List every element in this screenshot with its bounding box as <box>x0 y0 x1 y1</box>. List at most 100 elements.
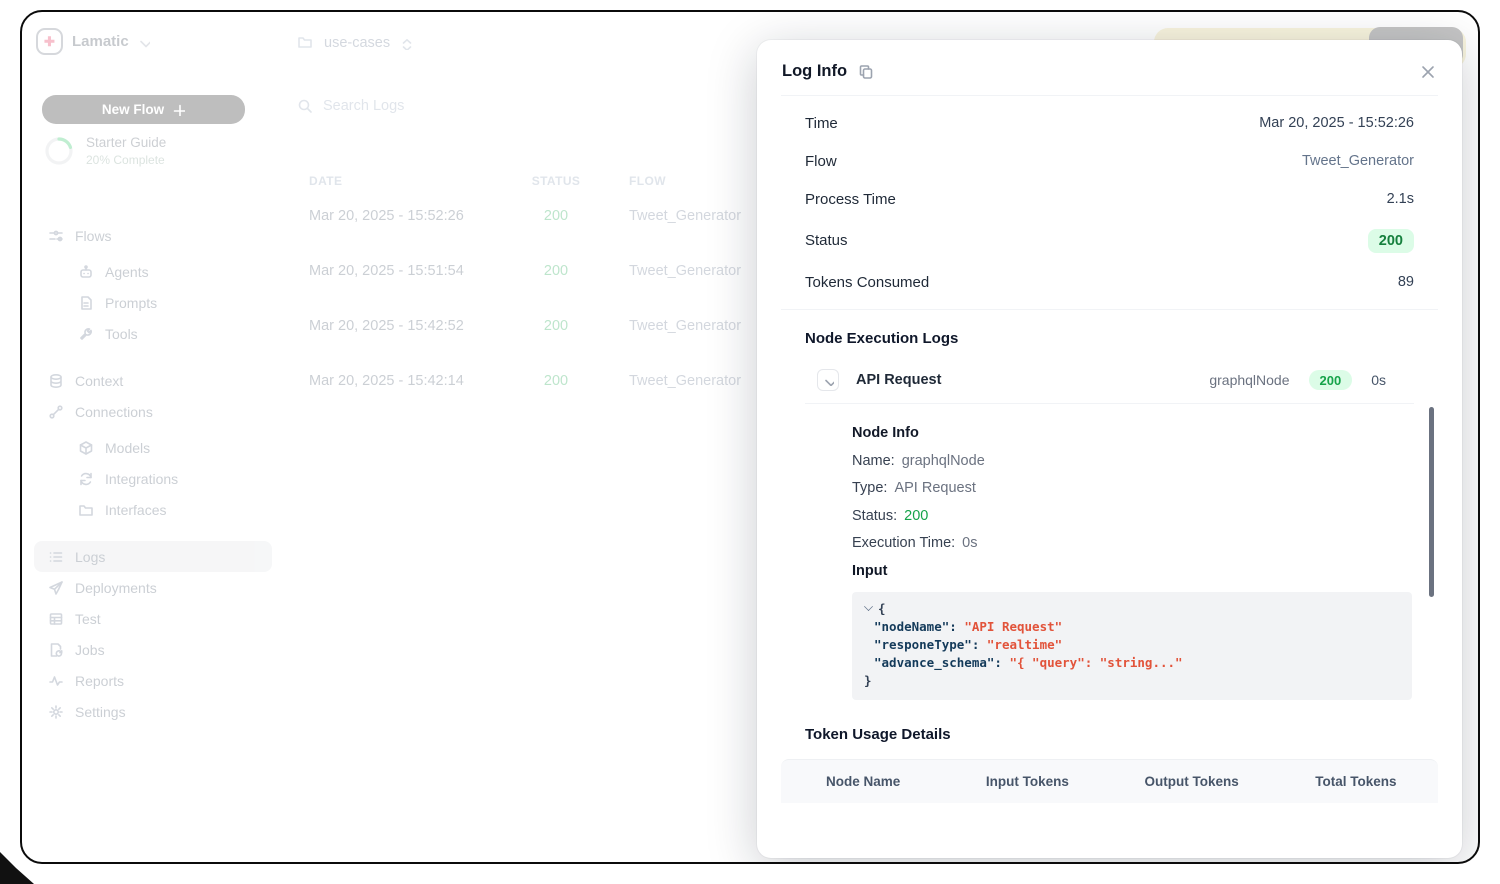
sidebar-item-label: Logs <box>75 549 105 565</box>
table-row[interactable]: Mar 20, 2025 - 15:51:54 200 Tweet_Genera… <box>309 243 769 298</box>
modal-title: Log Info <box>782 62 847 81</box>
sidebar-item-jobs[interactable]: Jobs <box>34 634 272 665</box>
execution-log-row[interactable]: API Request graphqlNode 200 0s <box>805 359 1414 404</box>
logs-table-header: DATE STATUS FLOW <box>309 174 769 188</box>
log-status: 200 <box>516 263 596 279</box>
sidebar-item-interfaces[interactable]: Interfaces <box>34 494 272 525</box>
log-info-modal: Log Info Time Mar 20, 2025 - 15:52:26 Fl… <box>757 40 1462 858</box>
wrench-icon <box>78 326 94 342</box>
detail-label: Process Time <box>805 191 896 208</box>
logs-table: DATE STATUS FLOW Mar 20, 2025 - 15:52:26… <box>309 174 769 408</box>
gear-icon <box>48 704 64 720</box>
sidebar-item-test[interactable]: Test <box>34 603 272 634</box>
sidebar-item-flows[interactable]: Flows <box>34 220 272 251</box>
paper-plane-icon <box>48 580 64 596</box>
sidebar-item-integrations[interactable]: Integrations <box>34 463 272 494</box>
sidebar-item-connections[interactable]: Connections <box>34 396 272 427</box>
modal-scrollbar[interactable] <box>1429 407 1434 597</box>
column-header-input-tokens: Input Tokens <box>945 774 1109 789</box>
code-line: { <box>864 600 1400 618</box>
sidebar-item-tools[interactable]: Tools <box>34 318 272 349</box>
sidebar-item-logs[interactable]: Logs <box>34 541 272 572</box>
table-row[interactable]: Mar 20, 2025 - 15:52:26 200 Tweet_Genera… <box>309 188 769 243</box>
database-icon <box>48 373 64 389</box>
sidebar-nav: Flows Agents Prompts Tools Context Conne… <box>34 220 272 727</box>
starter-guide[interactable]: Starter Guide 20% Complete <box>44 135 166 167</box>
node-info-panel: Node Info Name:graphqlNode Type:API Requ… <box>852 420 1412 700</box>
box-icon <box>78 440 94 456</box>
link-icon <box>48 404 64 420</box>
column-header-output-tokens: Output Tokens <box>1110 774 1274 789</box>
detail-value: Tweet_Generator <box>1302 153 1414 169</box>
sidebar-item-context[interactable]: Context <box>34 365 272 396</box>
lamatic-logo-icon: ✚ <box>36 28 63 55</box>
input-section-label: Input <box>852 558 1412 586</box>
copy-button[interactable] <box>858 64 873 79</box>
code-line: "advance_schema": "{ "query": "string...… <box>864 654 1400 672</box>
starter-guide-title: Starter Guide <box>86 135 166 150</box>
column-header-node-name: Node Name <box>781 774 945 789</box>
log-flow: Tweet_Generator <box>629 318 769 334</box>
node-type: graphqlNode <box>1209 372 1289 388</box>
plus-icon <box>172 103 185 116</box>
column-header-date: DATE <box>309 174 516 188</box>
sidebar-item-models[interactable]: Models <box>34 432 272 463</box>
copy-icon <box>858 64 873 79</box>
workspace-switcher[interactable]: ✚ Lamatic <box>36 28 150 55</box>
node-status-badge: 200 <box>1309 370 1353 390</box>
input-json-block: { "nodeName": "API Request" "responeType… <box>852 592 1412 700</box>
detail-label: Flow <box>805 153 837 170</box>
progress-ring-icon <box>44 136 74 166</box>
node-exec-time: 0s <box>1371 372 1386 388</box>
expand-toggle-button[interactable] <box>817 369 839 391</box>
sidebar-item-prompts[interactable]: Prompts <box>34 287 272 318</box>
search-input[interactable]: Search Logs <box>297 98 677 114</box>
sidebar-item-label: Connections <box>75 404 153 420</box>
log-flow: Tweet_Generator <box>629 373 769 389</box>
sidebar-item-label: Test <box>75 611 101 627</box>
node-meta: graphqlNode 200 0s <box>1209 370 1410 390</box>
sidebar-item-deployments[interactable]: Deployments <box>34 572 272 603</box>
table-icon <box>48 611 64 627</box>
sidebar-item-label: Tools <box>105 326 138 342</box>
activity-icon <box>48 673 64 689</box>
sidebar-item-label: Integrations <box>105 471 178 487</box>
code-line: } <box>864 672 1400 690</box>
detail-value: 89 <box>1398 274 1414 290</box>
new-flow-button[interactable]: New Flow <box>42 95 245 124</box>
list-icon <box>48 549 64 565</box>
log-date: Mar 20, 2025 - 15:51:54 <box>309 263 516 279</box>
sidebar-item-settings[interactable]: Settings <box>34 696 272 727</box>
sidebar-item-label: Settings <box>75 704 126 720</box>
app-window: ✚ Lamatic New Flow Starter Guide 20% Com… <box>20 10 1480 864</box>
log-status: 200 <box>516 318 596 334</box>
collapse-chevron-icon[interactable] <box>864 602 873 611</box>
close-button[interactable] <box>1420 64 1436 80</box>
sidebar-item-reports[interactable]: Reports <box>34 665 272 696</box>
sidebar-item-label: Deployments <box>75 580 157 596</box>
detail-row-status: Status 200 <box>805 218 1414 263</box>
log-flow: Tweet_Generator <box>629 208 769 224</box>
node-info-heading: Node Info <box>852 420 1412 448</box>
detail-row-time: Time Mar 20, 2025 - 15:52:26 <box>805 104 1414 142</box>
node-execution-logs-heading: Node Execution Logs <box>805 330 1414 347</box>
column-header-status: STATUS <box>516 174 596 188</box>
table-row[interactable]: Mar 20, 2025 - 15:42:52 200 Tweet_Genera… <box>309 298 769 353</box>
node-info-field: Type:API Request <box>852 475 1412 503</box>
sync-icon <box>78 471 94 487</box>
log-date: Mar 20, 2025 - 15:52:26 <box>309 208 516 224</box>
chevron-down-icon <box>823 375 834 386</box>
refresh-doc-icon <box>48 642 64 658</box>
sidebar-item-agents[interactable]: Agents <box>34 256 272 287</box>
detail-label: Tokens Consumed <box>805 274 929 291</box>
table-row[interactable]: Mar 20, 2025 - 15:42:14 200 Tweet_Genera… <box>309 353 769 408</box>
node-name: API Request <box>856 372 941 388</box>
folder-icon <box>78 502 94 518</box>
close-icon <box>1420 64 1436 80</box>
log-details: Time Mar 20, 2025 - 15:52:26 Flow Tweet_… <box>781 95 1438 310</box>
sidebar-item-label: Agents <box>105 264 149 280</box>
detail-row-flow: Flow Tweet_Generator <box>805 142 1414 180</box>
sidebar-item-label: Prompts <box>105 295 157 311</box>
column-header-flow: FLOW <box>629 174 769 188</box>
project-selector[interactable]: use-cases <box>297 34 412 52</box>
